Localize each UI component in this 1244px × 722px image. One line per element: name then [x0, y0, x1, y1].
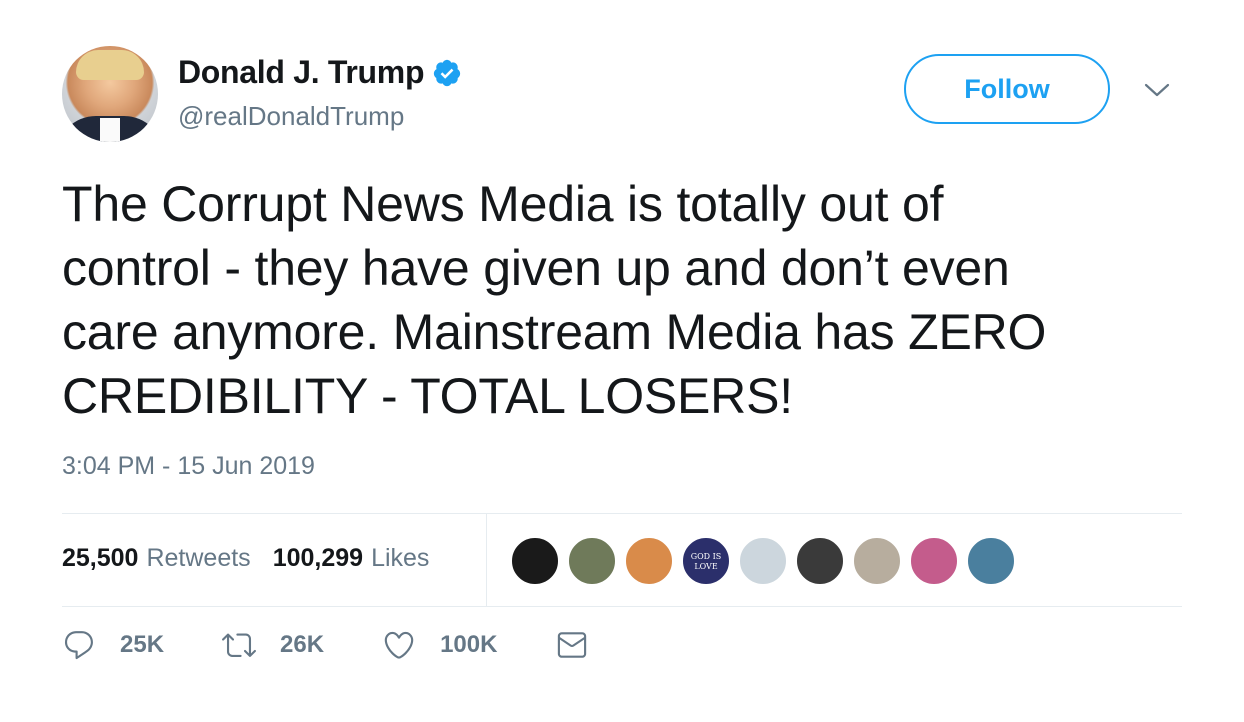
chevron-down-icon[interactable]	[1142, 80, 1172, 100]
avatar-shirt	[100, 118, 120, 142]
retweets-stat[interactable]: 25,500 Retweets	[62, 544, 251, 573]
retweet-icon	[222, 633, 257, 657]
liker-avatar-4[interactable]: GOD IS LOVE	[681, 536, 731, 586]
verified-badge-icon	[434, 59, 461, 86]
profile-avatar[interactable]	[62, 46, 158, 142]
stat-counts: 25,500 Retweets 100,299 Likes	[62, 544, 451, 573]
reply-action[interactable]: 25K	[62, 628, 164, 662]
liker-avatars: GOD IS LOVE	[510, 536, 1023, 586]
liker-avatar-3[interactable]	[624, 536, 674, 586]
retweets-label: Retweets	[146, 544, 251, 572]
liker-avatar-9[interactable]	[966, 536, 1016, 586]
name-row: Donald J. Trump	[178, 54, 462, 91]
display-name[interactable]: Donald J. Trump	[178, 54, 425, 91]
liker-avatar-5[interactable]	[738, 536, 788, 586]
direct-message-icon	[558, 632, 587, 658]
liker-avatar-2[interactable]	[567, 536, 617, 586]
likes-stat[interactable]: 100,299 Likes	[273, 544, 430, 573]
likes-count: 100,299	[272, 544, 364, 572]
avatar-hair	[76, 50, 144, 80]
liker-avatar-8[interactable]	[909, 536, 959, 586]
liker-avatar-6[interactable]	[795, 536, 845, 586]
follow-button[interactable]: Follow	[904, 54, 1110, 124]
likes-label: Likes	[371, 544, 430, 572]
like-count: 100K	[440, 631, 498, 658]
liker-avatar-1[interactable]	[510, 536, 560, 586]
tweet-timestamp[interactable]: 3:04 PM - 15 Jun 2019	[62, 452, 315, 481]
reply-count: 25K	[120, 631, 165, 658]
like-icon	[384, 631, 414, 659]
retweets-count: 25,500	[62, 544, 139, 572]
tweet-text: The Corrupt News Media is totally out of…	[62, 176, 1047, 424]
retweet-count: 26K	[280, 631, 325, 658]
liker-avatar-7[interactable]	[852, 536, 902, 586]
tweet-stats: 25,500 Retweets 100,299 Likes GOD IS LOV…	[62, 514, 1182, 606]
retweet-action[interactable]: 26K	[222, 628, 324, 662]
direct-message-action[interactable]	[555, 628, 589, 662]
tweet-header: Donald J. Trump @realDonaldTrump Follow	[62, 46, 1192, 146]
stats-bottom-divider	[62, 606, 1182, 607]
reply-icon	[64, 631, 93, 660]
tweet-actions: 25K 26K 100K	[62, 628, 647, 662]
like-action[interactable]: 100K	[382, 628, 497, 662]
stats-separator	[486, 514, 487, 606]
user-handle[interactable]: @realDonaldTrump	[178, 101, 404, 132]
liker-avatar-text: GOD IS LOVE	[690, 552, 722, 571]
